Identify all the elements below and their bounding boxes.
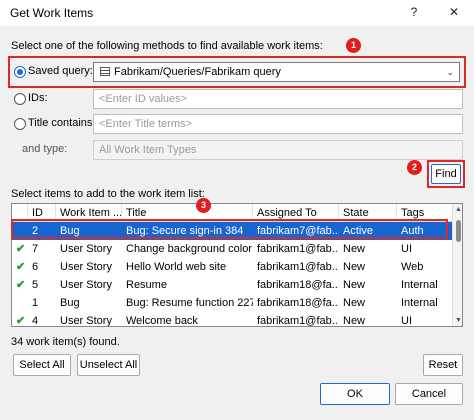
row-state: New <box>343 243 366 255</box>
row-check-icon[interactable]: ✔ <box>12 240 28 258</box>
saved-query-dropdown[interactable]: Fabrikam/Queries/Fabrikam query ⌄ <box>93 62 460 82</box>
table-row[interactable]: ✔ 5 User Story Resume fabrikam18@fa... N… <box>12 276 452 294</box>
scroll-up-icon[interactable]: ▲ <box>453 206 462 213</box>
row-title: Resume <box>126 279 167 291</box>
row-type: Bug <box>60 297 80 309</box>
row-check-icon[interactable]: ✔ <box>12 312 28 326</box>
row-tags: Internal <box>401 297 438 309</box>
scroll-down-icon[interactable]: ▼ <box>453 317 462 324</box>
row-assigned-to: fabrikam1@fab... <box>257 315 339 327</box>
title-contains-label: Title contains: <box>28 117 96 129</box>
title-contains-input[interactable]: <Enter Title terms> <box>93 114 463 134</box>
work-item-type-dropdown[interactable]: All Work Item Types <box>93 140 463 160</box>
row-assigned-to: fabrikam1@fab... <box>257 261 339 273</box>
row-state: New <box>343 279 366 291</box>
row-assigned-to: fabrikam18@fa... <box>257 297 339 309</box>
selected-row-highlight <box>11 219 448 239</box>
row-type: User Story <box>60 279 112 291</box>
window-title: Get Work Items <box>10 6 94 20</box>
find-button[interactable]: Find <box>431 164 461 184</box>
ids-radio[interactable] <box>14 93 26 105</box>
row-id: 4 <box>32 315 39 327</box>
callout-badge-3: 3 <box>196 198 211 213</box>
saved-query-radio[interactable] <box>14 66 26 78</box>
table-row[interactable]: 1 Bug Bug: Resume function 227 fabrikam1… <box>12 294 452 312</box>
row-state: New <box>343 261 366 273</box>
and-type-label: and type: <box>22 143 68 155</box>
row-check-icon[interactable]: ✔ <box>12 258 28 276</box>
scroll-thumb[interactable] <box>456 220 461 242</box>
cancel-button[interactable]: Cancel <box>395 383 463 405</box>
row-type: User Story <box>60 261 112 273</box>
row-state: New <box>343 315 366 327</box>
list-label: Select items to add to the work item lis… <box>11 188 205 200</box>
saved-query-label: Saved query: <box>28 65 93 77</box>
unselect-all-button[interactable]: Unselect All <box>77 354 140 376</box>
row-id: 7 <box>32 243 39 255</box>
row-assigned-to: fabrikam1@fab... <box>257 243 339 255</box>
row-state: New <box>343 297 366 309</box>
chevron-down-icon: ⌄ <box>446 67 454 77</box>
table-row[interactable]: ✔ 7 User Story Change background color f… <box>12 240 452 258</box>
row-tags: UI <box>401 243 412 255</box>
callout-badge-2: 2 <box>407 160 422 175</box>
row-check-icon[interactable] <box>12 294 28 312</box>
callout-badge-1: 1 <box>346 38 361 53</box>
help-button[interactable]: ? <box>400 1 428 23</box>
row-type: User Story <box>60 243 112 255</box>
row-id: 1 <box>32 297 39 309</box>
row-tags: Internal <box>401 279 438 291</box>
row-tags: Web <box>401 261 424 273</box>
ids-label: IDs: <box>28 92 48 104</box>
table-row[interactable]: ✔ 4 User Story Welcome back fabrikam1@fa… <box>12 312 452 327</box>
instruction-text: Select one of the following methods to f… <box>11 40 323 52</box>
row-id: 6 <box>32 261 39 273</box>
row-title: Welcome back <box>126 315 198 327</box>
table-row[interactable]: ✔ 6 User Story Hello World web site fabr… <box>12 258 452 276</box>
row-assigned-to: fabrikam18@fa... <box>257 279 339 291</box>
grid-scrollbar[interactable]: ▲ ▼ <box>452 204 462 326</box>
found-count: 34 work item(s) found. <box>11 336 120 348</box>
reset-button[interactable]: Reset <box>423 354 463 376</box>
row-title: Change background color <box>126 243 252 255</box>
ok-button[interactable]: OK <box>320 383 390 405</box>
ids-input[interactable]: <Enter ID values> <box>93 89 463 109</box>
row-check-icon[interactable]: ✔ <box>12 276 28 294</box>
row-type: User Story <box>60 315 112 327</box>
select-all-button[interactable]: Select All <box>13 354 71 376</box>
saved-query-value: Fabrikam/Queries/Fabrikam query <box>114 66 281 78</box>
query-icon <box>100 67 110 76</box>
row-tags: UI <box>401 315 412 327</box>
title-contains-radio[interactable] <box>14 118 26 130</box>
close-button[interactable]: ✕ <box>440 1 468 23</box>
row-title: Bug: Resume function 227 <box>126 297 253 309</box>
row-id: 5 <box>32 279 39 291</box>
row-title: Hello World web site <box>126 261 227 273</box>
